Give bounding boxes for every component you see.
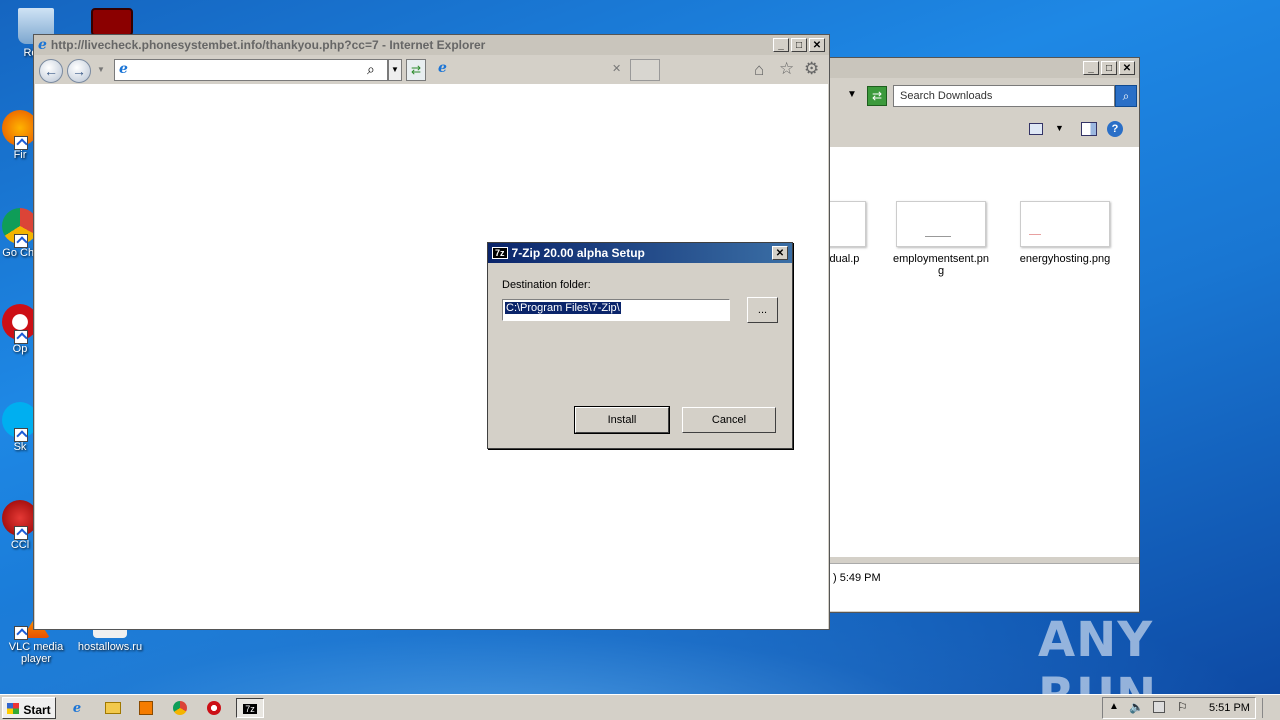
sevenzip-icon: 7z [243, 704, 257, 714]
taskbar-sevenzip-icon[interactable]: 7z [236, 698, 264, 718]
sevenzip-setup-dialog[interactable]: 7z 7-Zip 20.00 alpha Setup ✕ Destination… [487, 242, 793, 449]
desktop-icon-label: VLC media player [8, 641, 64, 665]
taskbar-opera-icon[interactable] [203, 698, 225, 718]
destination-folder-value: C:\Program Files\7-Zip\ [505, 302, 621, 314]
shortcut-arrow-icon [14, 234, 28, 248]
search-icon[interactable]: ⌕ [367, 61, 375, 78]
taskbar-explorer-icon[interactable] [102, 698, 124, 718]
tab-blank[interactable]: e ✕ [432, 59, 628, 81]
file-name: energyhosting.png [1019, 253, 1111, 265]
taskbar-media-player-icon[interactable] [135, 698, 157, 718]
search-input[interactable]: Search Downloads [893, 85, 1115, 107]
new-tab-button[interactable] [630, 59, 660, 81]
ie-tab-icon: e [438, 60, 447, 76]
explorer-titlebar[interactable]: _ □ ✕ [809, 58, 1139, 78]
close-button[interactable]: ✕ [809, 38, 825, 52]
desktop-icon-label: CCl [10, 539, 30, 551]
search-icon[interactable]: ⌕ [1115, 85, 1137, 107]
maximize-button[interactable]: □ [1101, 61, 1117, 75]
file-list: idual.p employmentsent.png energyhosting… [776, 147, 1139, 557]
details-pane: ) 5:49 PM [809, 563, 1139, 611]
browse-button[interactable]: ... [747, 297, 778, 323]
desktop-icon-label: Op [12, 343, 28, 355]
install-button[interactable]: Install [574, 406, 670, 434]
volume-icon[interactable]: 🔈 [1129, 700, 1144, 714]
system-tray: ▲ 🔈 ⚐ 5:51 PM [1102, 697, 1256, 719]
address-bar[interactable]: e ⌕ [114, 59, 388, 81]
show-desktop-button[interactable] [1262, 698, 1276, 718]
taskbar-chrome-icon[interactable] [169, 698, 191, 718]
close-tab-icon[interactable]: ✕ [612, 62, 621, 75]
shortcut-arrow-icon [14, 136, 28, 150]
shortcut-arrow-icon [14, 428, 28, 442]
file-item[interactable]: employmentsent.png [891, 201, 991, 277]
home-icon[interactable]: ⌂ [754, 60, 764, 80]
minimize-button[interactable]: _ [773, 38, 789, 52]
taskbar: Start e 7z ▲ 🔈 ⚐ 5:51 PM [0, 694, 1280, 720]
desktop-icon-label: Fir [13, 149, 27, 161]
shortcut-arrow-icon [14, 330, 28, 344]
refresh-icon[interactable]: ⇄ [867, 86, 887, 106]
ie-page-icon: e [119, 61, 128, 77]
sevenzip-icon: 7z [492, 247, 508, 259]
explorer-window[interactable]: _ □ ✕ ▼ ⇄ Search Downloads ⌕ ▼ ? idual.p… [776, 57, 1140, 613]
desktop-icon-hostallows[interactable]: hostallows.ru [74, 626, 146, 653]
ie-titlebar[interactable]: e http://livecheck.phonesystembet.info/t… [34, 35, 829, 55]
acrobat-icon [91, 8, 133, 36]
file-name: employmentsent.png [893, 253, 989, 277]
chevron-down-icon[interactable]: ▼ [847, 89, 857, 100]
help-icon[interactable]: ? [1107, 121, 1123, 137]
gear-icon[interactable]: ⚙ [804, 59, 819, 79]
file-item[interactable]: energyhosting.png [1015, 201, 1115, 265]
destination-label: Destination folder: [502, 279, 591, 291]
maximize-button[interactable]: □ [791, 38, 807, 52]
compatibility-refresh-icon[interactable]: ⇄ [406, 59, 426, 81]
desktop-icon-label: Sk [13, 441, 27, 453]
action-center-flag-icon[interactable]: ⚐ [1177, 700, 1188, 714]
address-dropdown-button[interactable]: ▼ [388, 59, 402, 81]
back-button[interactable]: ← [39, 59, 63, 83]
close-button[interactable]: ✕ [772, 246, 788, 260]
network-icon[interactable] [1153, 701, 1165, 713]
favorites-star-icon[interactable]: ☆ [779, 59, 794, 79]
ie-logo-icon: e [38, 37, 47, 53]
chevron-down-icon[interactable]: ▼ [97, 65, 105, 74]
preview-pane-icon[interactable] [1081, 122, 1097, 136]
minimize-button[interactable]: _ [1083, 61, 1099, 75]
cancel-button[interactable]: Cancel [682, 407, 776, 433]
start-button[interactable]: Start [2, 697, 56, 719]
view-options-icon[interactable] [1029, 123, 1043, 135]
shortcut-arrow-icon [14, 626, 28, 640]
chevron-down-icon[interactable]: ▼ [1055, 123, 1064, 133]
shortcut-arrow-icon [14, 526, 28, 540]
window-title: http://livecheck.phonesystembet.info/tha… [50, 38, 486, 52]
destination-folder-input[interactable]: C:\Program Files\7-Zip\ [502, 299, 730, 321]
close-button[interactable]: ✕ [1119, 61, 1135, 75]
ie-navbar: ← → ▼ e ⌕ ▼ ⇄ e ✕ ⌂ ☆ ⚙ [34, 56, 829, 84]
dialog-titlebar[interactable]: 7z 7-Zip 20.00 alpha Setup ✕ [488, 243, 792, 263]
taskbar-ie-icon[interactable]: e [66, 698, 88, 718]
image-thumbnail-icon [1020, 201, 1110, 247]
dialog-title: 7-Zip 20.00 alpha Setup [511, 246, 645, 260]
clock[interactable]: 5:51 PM [1209, 702, 1250, 714]
status-date: ) 5:49 PM [833, 572, 881, 584]
show-hidden-icons-icon[interactable]: ▲ [1109, 701, 1119, 712]
explorer-toolbar: ▼ ? [809, 115, 1139, 145]
image-thumbnail-icon [896, 201, 986, 247]
desktop-icon-label: hostallows.ru [77, 641, 143, 653]
forward-button[interactable]: → [67, 59, 91, 83]
